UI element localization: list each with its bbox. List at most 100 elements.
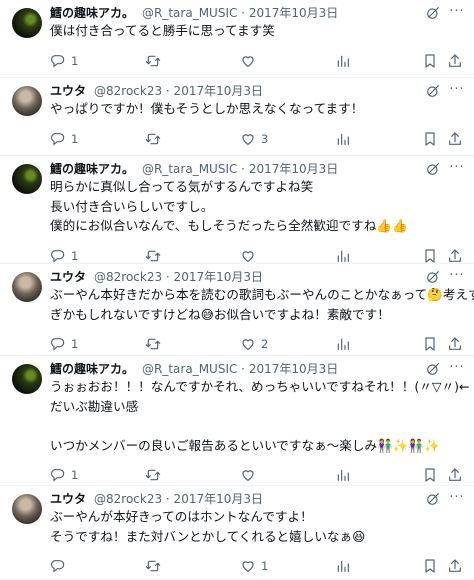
tweet[interactable]: 鱈の趣味アカ。 @R_tara_MUSIC · 2017年10月3日 ··· うぉぉお… <box>0 358 474 486</box>
tweet-text-line: 明らかに真似し合ってる気がするんですよね笑 <box>50 179 314 194</box>
views-button[interactable] <box>335 557 351 575</box>
tweet[interactable]: ユウタ @82rock23 · 2017年10月3日 ··· ぶーやんが本好きってのは… <box>0 488 474 580</box>
handle-and-date[interactable]: @R_tara_MUSIC · 2017年10月3日 <box>142 362 338 376</box>
views-button[interactable] <box>335 130 351 148</box>
tweet-actions: 1 <box>50 52 464 70</box>
reply-button[interactable]: 1 <box>50 335 78 353</box>
tweet[interactable]: ユウタ @82rock23 · 2017年10月3日 ··· ぶーやん本好きだから本を… <box>0 266 474 356</box>
bookmark-button[interactable] <box>422 52 438 70</box>
more-icon[interactable]: ··· <box>448 4 466 20</box>
retweet-icon <box>145 131 161 147</box>
bookmark-button[interactable] <box>422 466 438 484</box>
avatar[interactable] <box>12 8 42 38</box>
share-icon <box>447 558 463 574</box>
reply-button[interactable] <box>50 557 71 575</box>
avatar[interactable] <box>12 86 42 116</box>
avatar[interactable] <box>12 494 42 524</box>
retweet-icon <box>145 248 161 264</box>
reply-icon <box>50 467 66 483</box>
retweet-button[interactable] <box>145 557 166 575</box>
more-icon[interactable]: ··· <box>448 490 466 506</box>
views-button[interactable] <box>335 335 351 353</box>
reply-button[interactable]: 1 <box>50 247 78 265</box>
views-chart-icon <box>335 336 351 352</box>
retweet-button[interactable] <box>145 247 166 265</box>
retweet-icon <box>145 336 161 352</box>
handle-and-date[interactable]: @R_tara_MUSIC · 2017年10月3日 <box>142 162 338 176</box>
avatar[interactable] <box>12 272 42 302</box>
like-button[interactable] <box>240 52 261 70</box>
views-chart-icon <box>335 558 351 574</box>
share-button[interactable] <box>447 52 463 70</box>
tweet-actions: 1 <box>50 557 464 575</box>
share-button[interactable] <box>447 130 463 148</box>
views-button[interactable] <box>335 52 351 70</box>
like-button[interactable]: 2 <box>240 335 268 353</box>
reply-icon <box>50 336 66 352</box>
tweet-header: 鱈の趣味アカ。 @R_tara_MUSIC · 2017年10月3日 <box>50 360 438 378</box>
display-name[interactable]: 鱈の趣味アカ。 <box>50 362 134 376</box>
share-button[interactable] <box>447 557 463 575</box>
bookmark-icon <box>422 467 438 483</box>
tweet[interactable]: 鱈の趣味アカ。 @R_tara_MUSIC · 2017年10月3日 ··· 僕は付き… <box>0 2 474 78</box>
reply-button[interactable]: 1 <box>50 466 78 484</box>
tweet[interactable]: 鱈の趣味アカ。 @R_tara_MUSIC · 2017年10月3日 ··· 明らかに… <box>0 158 474 264</box>
display-name[interactable]: ユウタ <box>50 84 86 98</box>
more-icon[interactable]: ··· <box>448 82 466 98</box>
heart-icon <box>240 53 256 69</box>
handle-and-date[interactable]: @82rock23 · 2017年10月3日 <box>94 270 263 284</box>
avatar[interactable] <box>12 364 42 394</box>
share-button[interactable] <box>447 335 463 353</box>
bookmark-button[interactable] <box>422 557 438 575</box>
like-count: 2 <box>261 337 269 351</box>
grok-icon[interactable] <box>425 161 441 177</box>
tweet-thread: 鱈の趣味アカ。 @R_tara_MUSIC · 2017年10月3日 ··· 僕は付き… <box>0 0 474 580</box>
share-button[interactable] <box>447 247 463 265</box>
tweet-text-line: ぶーやん本好きだから本を読むの歌詞もぶーやんのことかなぁって🤔考えす <box>50 287 474 302</box>
bookmark-button[interactable] <box>422 130 438 148</box>
display-name[interactable]: ユウタ <box>50 492 86 506</box>
handle-and-date[interactable]: @82rock23 · 2017年10月3日 <box>94 84 263 98</box>
display-name[interactable]: 鱈の趣味アカ。 <box>50 6 134 20</box>
display-name[interactable]: 鱈の趣味アカ。 <box>50 162 134 176</box>
views-chart-icon <box>335 248 351 264</box>
avatar[interactable] <box>12 164 42 194</box>
reply-button[interactable]: 1 <box>50 52 78 70</box>
grok-icon[interactable] <box>425 269 441 285</box>
more-icon[interactable]: ··· <box>448 360 466 376</box>
grok-icon[interactable] <box>425 5 441 21</box>
grok-icon[interactable] <box>425 83 441 99</box>
bookmark-button[interactable] <box>422 247 438 265</box>
more-icon[interactable]: ··· <box>448 268 466 284</box>
retweet-button[interactable] <box>145 335 166 353</box>
grok-icon[interactable] <box>425 361 441 377</box>
reply-button[interactable]: 1 <box>50 130 78 148</box>
display-name[interactable]: ユウタ <box>50 270 86 284</box>
tweet-text-line: いつかメンバーの良いご報告あるといいですなぁ〜楽しみ👫✨👫✨ <box>50 437 440 453</box>
retweet-icon <box>145 558 161 574</box>
retweet-button[interactable] <box>145 130 166 148</box>
tweet-text-line: うぉぉおお！！！なんですかそれ、めっちゃいいですねそれ！！(〃▽〃)← <box>50 379 470 394</box>
share-button[interactable] <box>447 466 463 484</box>
tweet[interactable]: ユウタ @82rock23 · 2017年10月3日 ··· やっぱりですか！僕もそう… <box>0 80 474 156</box>
bookmark-button[interactable] <box>422 335 438 353</box>
heart-icon <box>240 558 256 574</box>
tweet-actions: 12 <box>50 335 464 353</box>
like-button[interactable] <box>240 466 261 484</box>
like-button[interactable]: 1 <box>240 557 268 575</box>
grok-icon[interactable] <box>425 491 441 507</box>
like-button[interactable] <box>240 247 261 265</box>
reply-count: 1 <box>71 337 79 351</box>
views-button[interactable] <box>335 466 351 484</box>
retweet-button[interactable] <box>145 52 166 70</box>
like-button[interactable]: 3 <box>240 130 268 148</box>
views-button[interactable] <box>335 247 351 265</box>
bookmark-icon <box>422 336 438 352</box>
reply-count: 1 <box>71 468 79 482</box>
more-icon[interactable]: ··· <box>448 160 466 176</box>
retweet-button[interactable] <box>145 466 166 484</box>
reply-icon <box>50 248 66 264</box>
handle-and-date[interactable]: @R_tara_MUSIC · 2017年10月3日 <box>142 6 338 20</box>
handle-and-date[interactable]: @82rock23 · 2017年10月3日 <box>94 492 263 506</box>
tweet-text-line: 僕的にお似合いなんで、もしそうだったら全然歓迎ですね👍👍 <box>50 218 408 234</box>
